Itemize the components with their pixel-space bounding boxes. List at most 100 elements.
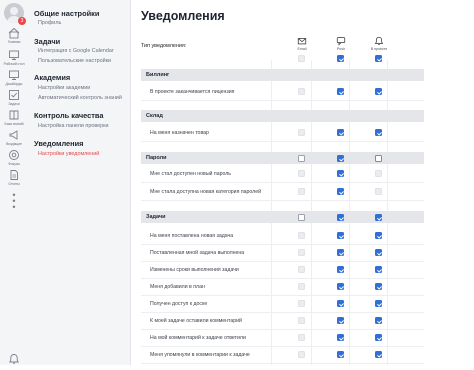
notification-label: Меня упомянули в комментарии к задаче [150,352,250,358]
notification-checkbox[interactable] [375,188,382,195]
notification-checkbox[interactable] [337,88,344,95]
rail-item-1[interactable]: Главная [0,27,28,44]
rail-item-6[interactable]: Входящие [0,129,28,146]
rail-item-label: Главная [7,40,21,44]
notification-checkbox[interactable] [337,300,344,307]
column-header-2: Push [329,36,353,51]
monitor-icon [0,69,28,81]
notification-checkbox[interactable] [337,129,344,136]
group-checkbox[interactable] [375,155,382,162]
notification-checkbox[interactable] [337,232,344,239]
notification-checkbox[interactable] [298,283,305,290]
bell-icon [367,36,391,46]
nav-item[interactable]: Профиль [38,20,61,26]
notification-checkbox[interactable] [298,129,305,136]
group-checkbox[interactable] [298,214,305,221]
group-title: Задачи [146,214,166,220]
notification-type-label: Тип уведомления: [141,43,187,49]
notification-checkbox[interactable] [375,88,382,95]
more-icon[interactable]: • • • [0,191,28,212]
nav-section-title: Уведомления [34,139,84,148]
notification-checkbox[interactable] [337,249,344,256]
column-header-3: В проекте [367,36,391,51]
notification-checkbox[interactable] [298,232,305,239]
rail-item-label: Фокусы [8,162,20,166]
group-checkbox[interactable] [337,155,344,162]
notification-checkbox[interactable] [375,129,382,136]
notification-checkbox[interactable] [298,249,305,256]
rail-item-3[interactable]: Дашборды [0,69,28,86]
notification-label: Поставленная мной задача выполнена [150,250,245,256]
nav-item[interactable]: Интеграция с Google Calendar [38,48,114,54]
notification-checkbox[interactable] [298,317,305,324]
notification-checkbox[interactable] [298,88,305,95]
notification-label: К моей задаче оставили комментарий [150,318,242,324]
notification-checkbox[interactable] [375,334,382,341]
nav-item[interactable]: Настройки академии [38,85,90,91]
group-checkbox[interactable] [375,214,382,221]
notification-checkbox[interactable] [298,300,305,307]
home-icon [0,27,28,39]
rail-item-8[interactable]: Отчеты [0,169,28,186]
rail-item-label: Дашборды [5,82,23,86]
nav-item[interactable]: Пользовательские настройки [38,58,111,64]
nav-section-title: Контроль качества [34,111,104,120]
notification-label: Меня добавили в план [150,284,205,290]
nav-item[interactable]: Настройки уведомлений [38,151,99,157]
notification-label: Изменены сроки выполнения задачи [150,267,239,273]
rail-item-2[interactable]: Рабочий стол [0,49,28,66]
bell-icon[interactable] [8,352,20,370]
settings-nav: Общие настройки Профиль Задачи Интеграция с… [28,0,131,365]
nav-section-title: Академия [34,73,71,82]
chat-icon [329,36,353,46]
notification-label: На меня поставлена новая задача [150,233,234,239]
group-checkbox[interactable] [298,155,305,162]
notification-badge: 3 [18,17,26,25]
notification-label: На меня назначен товар [150,130,209,136]
notification-label: Получен доступ к доске [150,301,208,307]
notification-checkbox[interactable] [298,188,305,195]
master-checkbox[interactable] [298,55,305,62]
notification-checkbox[interactable] [375,232,382,239]
notification-checkbox[interactable] [298,170,305,177]
column-header-label: Email [297,47,307,51]
group-header: Склад [141,110,424,122]
notification-checkbox[interactable] [337,283,344,290]
notification-label: Мне стала доступна новая категория парол… [150,189,261,195]
rail-item-4[interactable]: Задачи [0,89,28,106]
notification-checkbox[interactable] [375,300,382,307]
notification-checkbox[interactable] [337,170,344,177]
notification-checkbox[interactable] [337,266,344,273]
notification-checkbox[interactable] [337,351,344,358]
notification-checkbox[interactable] [298,351,305,358]
rail-item-7[interactable]: Фокусы [0,149,28,166]
notification-label: Мне стал доступен новый пароль [150,171,231,177]
group-checkbox[interactable] [337,214,344,221]
master-checkbox[interactable] [337,55,344,62]
rail-item-label: База знаний [4,122,24,126]
main-content: Уведомления Тип уведомления: Email Push В … [131,0,474,365]
nav-item[interactable]: Автоматический контроль знаний [38,95,122,101]
notification-checkbox[interactable] [337,188,344,195]
book-icon [0,109,28,121]
notification-checkbox[interactable] [298,266,305,273]
notification-checkbox[interactable] [375,317,382,324]
master-checkbox[interactable] [375,55,382,62]
group-title: Биллинг [146,72,170,78]
notification-checkbox[interactable] [375,351,382,358]
group-header: Биллинг [141,69,424,81]
nav-section-title: Задачи [34,37,61,46]
rail-item-label: Рабочий стол [3,62,25,66]
notification-checkbox[interactable] [337,334,344,341]
notification-checkbox[interactable] [337,317,344,324]
rail-item-5[interactable]: База знаний [0,109,28,126]
nav-item[interactable]: Настройка панели проверки [38,123,109,129]
group-title: Пароли [146,155,167,161]
notification-checkbox[interactable] [375,249,382,256]
notification-checkbox[interactable] [375,283,382,290]
notification-checkbox[interactable] [375,170,382,177]
notification-label: На мой комментарий к задаче ответили [150,335,246,341]
notification-checkbox[interactable] [375,266,382,273]
nav-section-title: Общие настройки [34,9,100,18]
notification-checkbox[interactable] [298,334,305,341]
